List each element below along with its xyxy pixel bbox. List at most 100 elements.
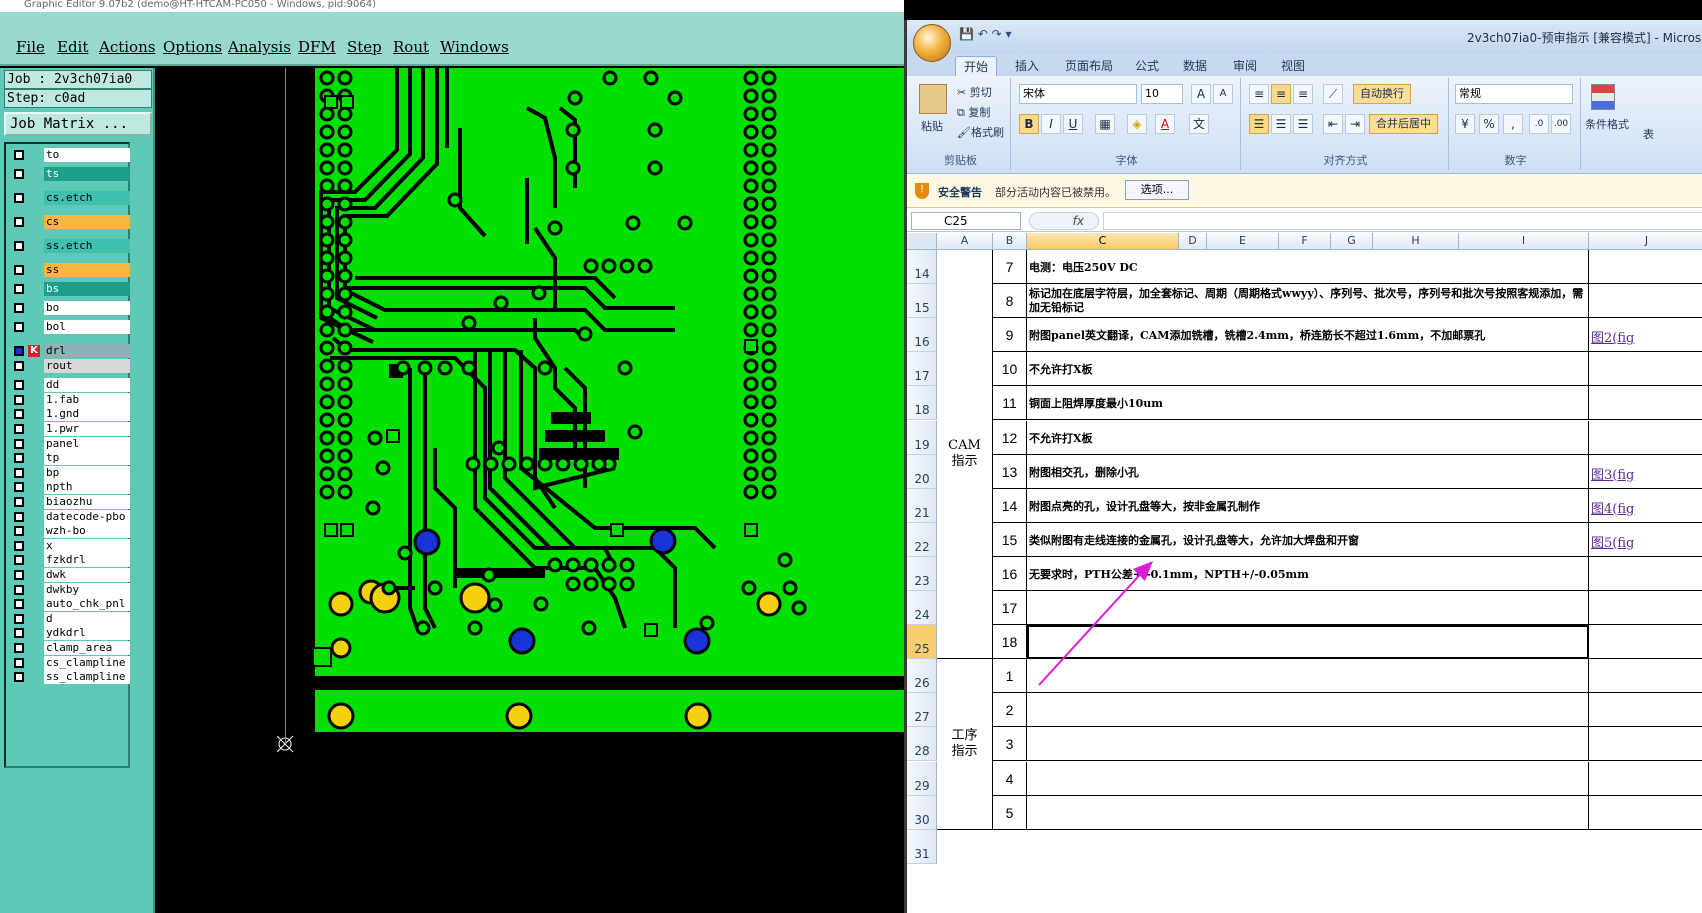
figure-cell[interactable] (1589, 557, 1702, 591)
layer-row[interactable]: 1.fab (8, 392, 130, 407)
figure-link[interactable]: 图4(fig (1591, 502, 1634, 517)
layer-checkbox[interactable] (14, 217, 24, 227)
layer-row[interactable]: ss_clampline (8, 670, 130, 685)
quick-access-toolbar[interactable]: 💾 ↶ ↷ ▾ (959, 27, 1012, 41)
currency-icon[interactable]: ¥ (1455, 114, 1475, 134)
layer-row[interactable]: dd (8, 378, 130, 393)
figure-cell[interactable] (1589, 659, 1702, 694)
select-all-corner[interactable] (907, 233, 937, 250)
align-bottom-icon[interactable]: ≡ (1293, 84, 1313, 104)
instruction-cell[interactable] (1027, 591, 1589, 626)
layer-checkbox[interactable] (14, 628, 24, 639)
layer-row[interactable]: 1.pwr (8, 422, 130, 436)
instruction-cell[interactable]: 不允许打X板 (1027, 420, 1589, 455)
figure-cell[interactable] (1589, 250, 1702, 285)
font-color-icon[interactable]: A (1155, 114, 1175, 134)
figure-cell[interactable] (1589, 284, 1702, 319)
layer-row[interactable]: biaozhu (8, 495, 130, 509)
align-middle-icon[interactable]: ≡ (1271, 84, 1291, 104)
align-center-icon[interactable]: ☰ (1271, 114, 1291, 134)
figure-cell[interactable] (1589, 421, 1702, 455)
copy-button[interactable]: ⧉ 复制 (957, 104, 990, 120)
figure-cell[interactable] (1589, 591, 1702, 626)
layer-checkbox[interactable] (14, 511, 24, 522)
item-number[interactable]: 5 (993, 795, 1027, 830)
layer-row[interactable]: fzkdrl (8, 553, 130, 568)
instruction-cell[interactable]: 附图panel英文翻译，CAM添加铣槽，铣槽2.4mm，桥连筋长不超过1.6mm… (1027, 318, 1589, 353)
item-number[interactable]: 9 (993, 318, 1027, 353)
formula-input[interactable] (1103, 212, 1702, 230)
layer-row[interactable]: cs.etch (8, 191, 130, 205)
menu-windows[interactable]: Windows (440, 38, 509, 56)
layer-row[interactable]: x (8, 538, 130, 553)
tab-review[interactable]: 审阅 (1225, 56, 1265, 76)
column-header[interactable]: J (1589, 233, 1702, 250)
layer-row[interactable]: Kdrl (8, 344, 130, 358)
item-number[interactable]: 18 (993, 625, 1027, 660)
layer-row[interactable]: clamp_area (8, 641, 130, 655)
layer-checkbox[interactable] (14, 555, 24, 566)
layer-checkbox[interactable] (14, 482, 24, 493)
row-header[interactable]: 28 (907, 727, 937, 762)
increase-indent-icon[interactable]: ⇥ (1345, 114, 1365, 134)
layer-checkbox[interactable] (14, 193, 24, 203)
decrease-indent-icon[interactable]: ⇤ (1323, 114, 1343, 134)
layer-checkbox[interactable] (14, 303, 24, 313)
item-number[interactable]: 4 (993, 761, 1027, 796)
layer-checkbox[interactable] (14, 241, 24, 251)
item-number[interactable]: 10 (993, 352, 1027, 387)
increase-decimal-icon[interactable]: .0 (1529, 114, 1549, 134)
row-header[interactable]: 22 (907, 522, 937, 557)
layer-checkbox[interactable] (14, 380, 24, 391)
layer-checkbox[interactable] (14, 540, 24, 551)
layer-row[interactable]: bs (8, 282, 130, 296)
bold-button[interactable]: B (1019, 114, 1039, 134)
layer-row[interactable]: datecode-pbo (8, 509, 130, 524)
figure-cell[interactable]: 图2(fig (1589, 318, 1702, 353)
fill-color-icon[interactable]: ◈ (1127, 114, 1147, 134)
layer-checkbox[interactable] (14, 526, 24, 537)
column-header[interactable]: D (1179, 233, 1207, 250)
column-header[interactable]: I (1459, 233, 1589, 250)
row-header[interactable]: 14 (907, 250, 937, 285)
layer-row[interactable]: ydkdrl (8, 626, 130, 641)
layer-row[interactable]: to (8, 148, 130, 162)
row-header[interactable]: 21 (907, 488, 937, 523)
grow-font-button[interactable]: A (1191, 84, 1211, 104)
item-number[interactable]: 14 (993, 488, 1027, 523)
figure-link[interactable]: 图2(fig (1591, 331, 1634, 346)
layer-checkbox[interactable] (14, 570, 24, 580)
layer-row[interactable]: cs_clampline (8, 655, 130, 670)
instruction-cell[interactable] (1027, 727, 1589, 762)
figure-cell[interactable]: 图4(fig (1589, 489, 1702, 523)
align-top-icon[interactable]: ≡ (1249, 84, 1269, 104)
paste-icon[interactable] (919, 84, 947, 114)
item-number[interactable]: 8 (993, 284, 1027, 319)
item-number[interactable]: 1 (993, 659, 1027, 694)
instruction-cell[interactable] (1027, 761, 1589, 796)
layer-checkbox[interactable] (14, 409, 24, 420)
layer-row[interactable]: ss.etch (8, 239, 130, 253)
layer-checkbox[interactable] (14, 265, 24, 275)
instruction-cell[interactable] (1027, 693, 1589, 728)
layer-checkbox[interactable] (14, 169, 24, 179)
layer-row[interactable]: rout (8, 358, 130, 373)
number-format-select[interactable]: 常规 (1455, 84, 1573, 104)
figure-cell[interactable]: 图3(fig (1589, 455, 1702, 489)
item-number[interactable]: 12 (993, 420, 1027, 455)
column-header[interactable]: B (993, 233, 1027, 250)
pcb-canvas[interactable] (155, 68, 904, 913)
tab-view[interactable]: 视图 (1273, 56, 1313, 76)
orientation-icon[interactable]: ⟋ (1323, 84, 1343, 104)
layer-row[interactable]: bp (8, 465, 130, 480)
layer-checkbox[interactable] (14, 497, 24, 507)
instruction-cell[interactable] (1027, 795, 1589, 830)
item-number[interactable]: 13 (993, 454, 1027, 489)
menu-step[interactable]: Step (347, 38, 382, 56)
italic-button[interactable]: I (1041, 114, 1061, 134)
figure-cell[interactable]: 图5(fig (1589, 523, 1702, 557)
row-header[interactable]: 19 (907, 420, 937, 455)
menu-options[interactable]: Options (163, 38, 222, 56)
item-number[interactable]: 11 (993, 386, 1027, 421)
column-header[interactable]: H (1373, 233, 1459, 250)
